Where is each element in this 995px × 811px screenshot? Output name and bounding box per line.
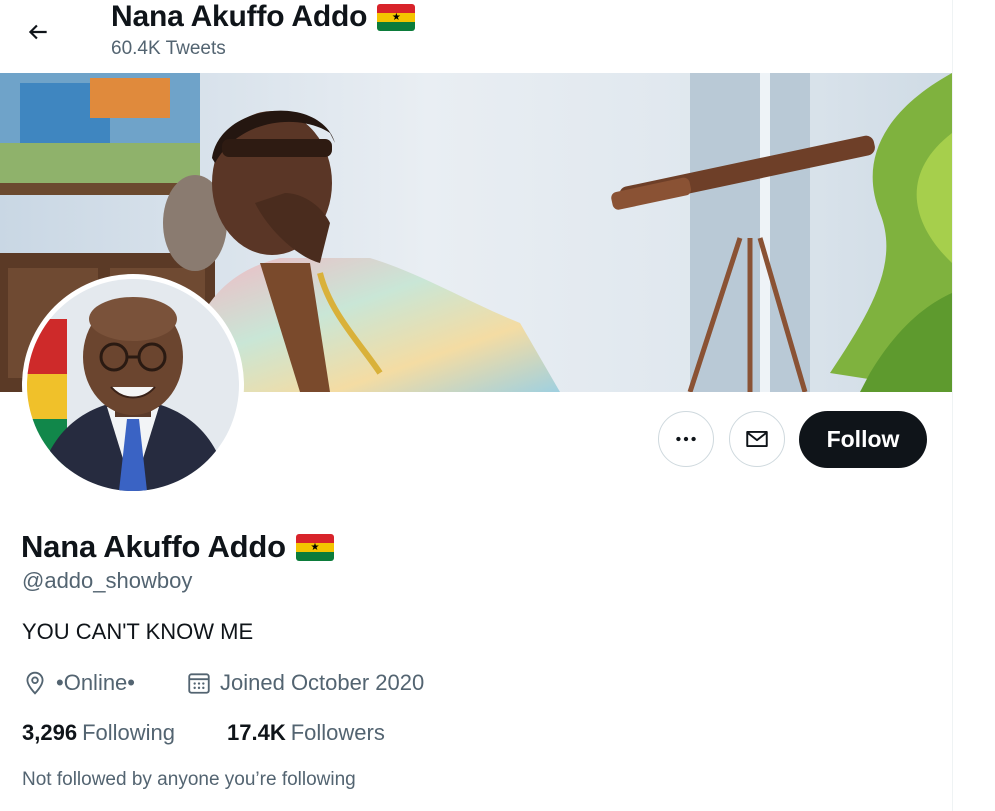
profile-column: Nana Akuffo Addo ★ 60.4K Tweets Follow N… [0, 0, 952, 811]
envelope-icon [746, 430, 768, 448]
calendar-icon [188, 673, 210, 694]
following-link[interactable]: 3,296 Following [22, 720, 175, 746]
profile-display-name: Nana Akuffo Addo [21, 529, 286, 564]
more-button[interactable] [658, 411, 714, 467]
header-name: Nana Akuffo Addo [111, 0, 368, 33]
message-button[interactable] [729, 411, 785, 467]
arrow-left-icon [28, 24, 47, 40]
following-label: Following [82, 720, 175, 745]
followed-by-text: Not followed by anyone you’re following [22, 769, 356, 790]
header-title: Nana Akuffo Addo ★ [111, 0, 416, 34]
ghana-flag-icon: ★ [295, 533, 334, 561]
avatar-photo [27, 279, 239, 491]
location-text: •Online• [56, 670, 135, 695]
join-date-text: Joined October 2020 [220, 670, 425, 695]
back-button[interactable] [18, 12, 58, 52]
follow-button[interactable]: Follow [799, 411, 927, 468]
profile-name: Nana Akuffo Addo ★ [21, 529, 334, 565]
more-horizontal-icon [676, 436, 696, 442]
location-pin-icon [26, 671, 44, 695]
followers-link[interactable]: 17.4K Followers [227, 720, 385, 746]
join-date: Joined October 2020 [186, 670, 424, 696]
following-count: 3,296 [22, 720, 78, 745]
profile-bio: YOU CAN'T KNOW ME [22, 619, 254, 644]
avatar[interactable] [22, 274, 244, 496]
column-divider [952, 0, 953, 811]
profile-handle: @addo_showboy [22, 568, 193, 593]
tweet-count: 60.4K Tweets [111, 38, 226, 59]
followers-label: Followers [290, 720, 385, 745]
ghana-flag-icon: ★ [377, 3, 416, 31]
location: •Online• [22, 670, 135, 696]
followers-count: 17.4K [227, 720, 286, 745]
